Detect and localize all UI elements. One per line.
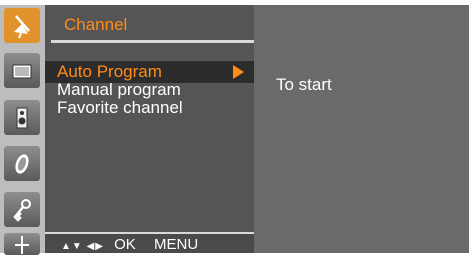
menu-item-label: Auto Program: [57, 62, 162, 81]
nav-hint-bar: ▲▼ ◀▶ OK MENU: [45, 232, 254, 253]
speaker-icon[interactable]: [4, 100, 40, 135]
antenna-icon[interactable]: [4, 8, 40, 43]
channel-menu: Channel Auto Program Manual program Favo…: [45, 5, 254, 253]
clock-icon[interactable]: [4, 146, 40, 181]
submenu-hint: To start: [276, 75, 332, 94]
title-divider: [51, 40, 254, 43]
menu-item-label: Favorite channel: [57, 98, 183, 117]
menu-list: Auto Program Manual program Favorite cha…: [45, 61, 254, 117]
menu-item-label: Manual program: [57, 80, 181, 99]
footer-divider: [45, 232, 254, 234]
tv-osd-screen: Channel Auto Program Manual program Favo…: [0, 5, 469, 255]
menu-title: Channel: [64, 15, 128, 34]
nav-hints: ▲▼ ◀▶ OK MENU: [61, 236, 198, 253]
key-icon[interactable]: [4, 192, 40, 227]
menu-item-favorite-channel[interactable]: Favorite channel: [45, 99, 254, 117]
submenu-arrow-icon: [233, 65, 244, 79]
input-icon[interactable]: [4, 233, 40, 255]
arrow-keys-icon: ▲▼ ◀▶: [61, 241, 104, 252]
picture-icon[interactable]: [4, 53, 40, 88]
menu-hint: MENU: [154, 236, 199, 253]
icon-sidebar: [0, 5, 45, 255]
ok-hint: OK: [114, 236, 136, 253]
menu-item-manual-program[interactable]: Manual program: [45, 81, 254, 99]
